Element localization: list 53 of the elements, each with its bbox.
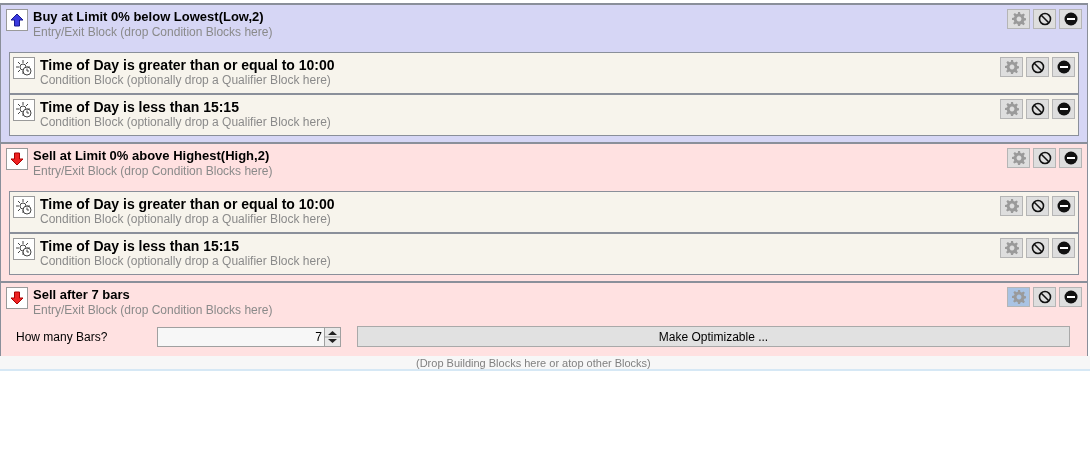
gear-icon <box>1004 241 1019 255</box>
prohibited-icon <box>1037 151 1052 165</box>
minus-circle-icon <box>1056 60 1071 74</box>
number-field[interactable]: 7 <box>157 326 341 347</box>
parameter-label: How many Bars? <box>16 328 109 346</box>
remove-button[interactable] <box>1052 57 1075 77</box>
remove-button[interactable] <box>1059 9 1082 29</box>
remove-button[interactable] <box>1052 196 1075 216</box>
drop-hint: (Drop Building Blocks here or atop other Blocks) <box>416 357 651 369</box>
prohibited-icon <box>1030 102 1045 116</box>
gear-icon <box>1011 151 1026 165</box>
minus-circle-icon <box>1056 199 1071 213</box>
disable-button[interactable] <box>1033 148 1056 168</box>
minus-circle-icon <box>1063 151 1078 165</box>
disable-button[interactable] <box>1026 57 1049 77</box>
block-title: Time of Day is greater than or equal to 10:00 <box>40 57 336 73</box>
gear-icon <box>1011 290 1026 304</box>
block-description: Entry/Exit Block (drop Condition Blocks here) <box>33 25 274 40</box>
disable-button[interactable] <box>1026 238 1049 258</box>
remove-button[interactable] <box>1052 238 1075 258</box>
remove-button[interactable] <box>1059 148 1082 168</box>
disable-button[interactable] <box>1026 196 1049 216</box>
minus-circle-icon <box>1063 290 1078 304</box>
gear-icon <box>1004 60 1019 74</box>
gear-icon <box>1011 12 1026 26</box>
disable-button[interactable] <box>1033 287 1056 307</box>
make-optimizable-button[interactable]: Make Optimizable ... <box>357 326 1070 347</box>
block-title: Sell at Limit 0% above Highest(High,2) <box>33 148 271 164</box>
minus-circle-icon <box>1056 102 1071 116</box>
block-title: Buy at Limit 0% below Lowest(Low,2) <box>33 9 265 25</box>
prohibited-icon <box>1037 12 1052 26</box>
block-description: Entry/Exit Block (drop Condition Blocks here) <box>33 303 274 318</box>
block-description: Condition Block (optionally drop a Qualifier Block here) <box>40 254 332 269</box>
block-description: Condition Block (optionally drop a Qualifier Block here) <box>40 73 332 88</box>
gear-icon <box>1004 102 1019 116</box>
minus-circle-icon <box>1056 241 1071 255</box>
prohibited-icon <box>1030 241 1045 255</box>
block-title: Time of Day is less than 15:15 <box>40 238 240 254</box>
block-title: Time of Day is greater than or equal to 10:00 <box>40 196 336 212</box>
disable-button[interactable] <box>1033 9 1056 29</box>
block-title: Sell after 7 bars <box>33 287 131 303</box>
minus-circle-icon <box>1063 12 1078 26</box>
block-description: Entry/Exit Block (drop Condition Blocks here) <box>33 164 274 179</box>
block-title: Time of Day is less than 15:15 <box>40 99 240 115</box>
gear-icon <box>1004 199 1019 213</box>
disable-button[interactable] <box>1026 99 1049 119</box>
prohibited-icon <box>1030 199 1045 213</box>
block-description: Condition Block (optionally drop a Qualifier Block here) <box>40 115 332 130</box>
prohibited-icon <box>1037 290 1052 304</box>
remove-button[interactable] <box>1052 99 1075 119</box>
prohibited-icon <box>1030 60 1045 74</box>
remove-button[interactable] <box>1059 287 1082 307</box>
block-description: Condition Block (optionally drop a Qualifier Block here) <box>40 212 332 227</box>
